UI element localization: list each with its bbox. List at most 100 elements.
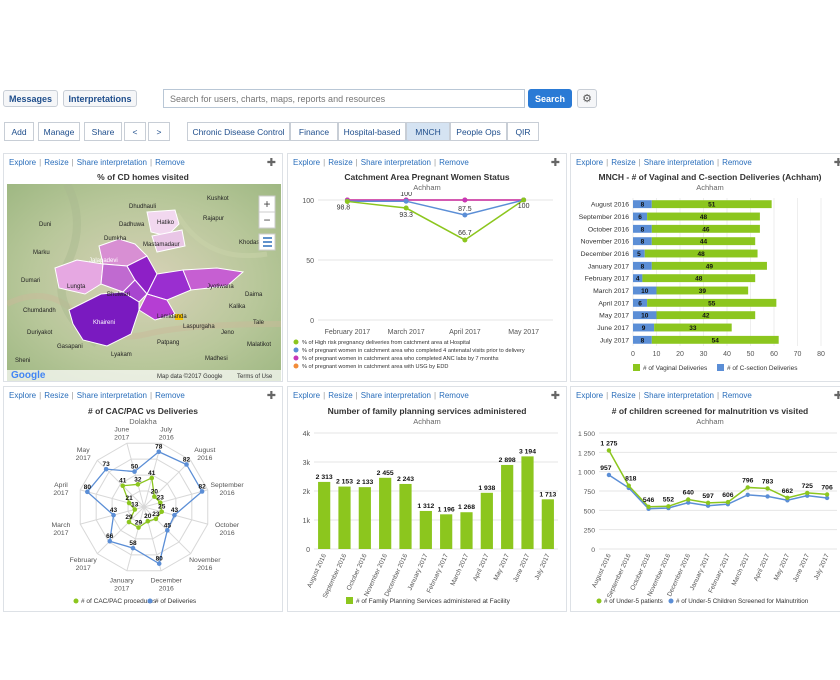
share-interpretation-link[interactable]: Share interpretation xyxy=(644,158,714,167)
x-tick-label: April 2017 xyxy=(472,553,491,583)
share-interpretation-link[interactable]: Share interpretation xyxy=(361,391,431,400)
tab-hospital-based[interactable]: Hospital-based xyxy=(338,122,406,141)
legend-label: # of Under-5 patients xyxy=(604,598,663,605)
bar xyxy=(460,512,473,549)
place-label: Dumkha xyxy=(104,236,127,242)
data-point xyxy=(824,492,830,497)
chart-title: # of children screened for malnutrition … xyxy=(611,406,809,416)
expand-icon[interactable]: ✚ xyxy=(551,389,560,402)
tab-people-ops[interactable]: People Ops xyxy=(450,122,507,141)
data-point xyxy=(745,485,750,490)
data-label: 33 xyxy=(689,325,697,332)
remove-link[interactable]: Remove xyxy=(155,391,185,400)
data-label: 6 xyxy=(638,300,642,307)
data-label: 44 xyxy=(700,239,708,246)
data-label: 98.8 xyxy=(337,204,351,211)
place-label: Chumdandh xyxy=(23,308,56,314)
y-tick-label: January 2017 xyxy=(588,263,629,270)
remove-link[interactable]: Remove xyxy=(439,391,469,400)
legend-marker xyxy=(596,598,602,604)
resize-link[interactable]: Resize xyxy=(611,391,635,400)
remove-link[interactable]: Remove xyxy=(722,391,752,400)
share-interpretation-link[interactable]: Share interpretation xyxy=(644,391,714,400)
explore-link[interactable]: Explore xyxy=(293,158,320,167)
share-interpretation-link[interactable]: Share interpretation xyxy=(361,158,431,167)
remove-link[interactable]: Remove xyxy=(439,158,469,167)
legend-label: # of C-section Deliveries xyxy=(727,365,798,372)
data-point xyxy=(626,483,631,488)
tab-mnch[interactable]: MNCH xyxy=(406,122,450,141)
interpretations-button[interactable]: Interpretations xyxy=(63,90,137,107)
expand-icon[interactable]: ✚ xyxy=(267,389,276,402)
terms-link[interactable]: Terms of Use xyxy=(237,374,273,380)
data-label: 552 xyxy=(663,496,675,503)
gear-icon[interactable]: ⚙ xyxy=(577,89,597,108)
resize-link[interactable]: Resize xyxy=(611,158,635,167)
y-tick-label: June 2017 xyxy=(597,325,629,332)
expand-icon[interactable]: ✚ xyxy=(551,156,560,169)
zoom-in-label: + xyxy=(263,197,270,211)
axis-label: 2016 xyxy=(197,565,212,572)
place-label: Tale xyxy=(253,320,265,326)
data-label: 2 133 xyxy=(356,479,373,486)
resize-link[interactable]: Resize xyxy=(44,158,68,167)
chart-title: MNCH - # of Vaginal and C-section Delive… xyxy=(598,172,822,182)
explore-link[interactable]: Explore xyxy=(576,158,603,167)
place-label: Jeno xyxy=(221,330,235,336)
expand-icon[interactable]: ✚ xyxy=(267,156,276,169)
remove-link[interactable]: Remove xyxy=(155,158,185,167)
share-button[interactable]: Share xyxy=(84,122,122,141)
explore-link[interactable]: Explore xyxy=(9,391,36,400)
axis-label: 2016 xyxy=(197,455,212,462)
data-label: 48 xyxy=(698,251,706,258)
messages-button[interactable]: Messages xyxy=(3,90,58,107)
map-canvas[interactable]: Kushkot Dhudhauli Hatiko Dadhuwa Dumkha … xyxy=(7,184,281,381)
remove-link[interactable]: Remove xyxy=(722,158,752,167)
legend-marker xyxy=(293,355,299,361)
tab-chronic-disease-control[interactable]: Chronic Disease Control xyxy=(187,122,290,141)
search-button[interactable]: Search xyxy=(528,89,572,108)
search-input[interactable] xyxy=(163,89,525,108)
add-button[interactable]: Add xyxy=(4,122,34,141)
explore-link[interactable]: Explore xyxy=(9,158,36,167)
y-tick-label: 2k xyxy=(303,489,311,496)
place-label: Jalapadevi xyxy=(89,258,118,264)
share-interpretation-link[interactable]: Share interpretation xyxy=(77,158,147,167)
y-tick-label: April 2017 xyxy=(598,300,629,307)
data-label: 546 xyxy=(643,497,655,504)
share-interpretation-link[interactable]: Share interpretation xyxy=(77,391,147,400)
data-label: 8 xyxy=(641,337,645,344)
resize-link[interactable]: Resize xyxy=(328,158,352,167)
place-label: Marku xyxy=(33,250,50,256)
data-label: 78 xyxy=(155,444,163,451)
next-button[interactable]: > xyxy=(148,122,170,141)
data-label: 1 196 xyxy=(438,506,455,513)
axis-label: April xyxy=(54,482,68,489)
y-tick-label: 0 xyxy=(306,547,310,554)
data-label: 43 xyxy=(171,507,179,514)
axis-label: November xyxy=(189,557,221,564)
axis-label: August xyxy=(194,447,215,454)
resize-link[interactable]: Resize xyxy=(328,391,352,400)
manage-button[interactable]: Manage xyxy=(38,122,80,141)
place-label: Lamidanda xyxy=(157,314,187,320)
chart-title: Catchment Area Pregnant Women Status xyxy=(344,172,510,182)
expand-icon[interactable]: ✚ xyxy=(834,389,840,402)
axis-label: July xyxy=(160,427,173,434)
x-tick-label: January 2017 xyxy=(689,553,712,592)
data-label: 20 xyxy=(144,513,152,520)
data-label: 1 312 xyxy=(417,503,434,510)
legend-marker xyxy=(293,363,299,369)
explore-link[interactable]: Explore xyxy=(576,391,603,400)
data-point xyxy=(765,486,770,491)
resize-link[interactable]: Resize xyxy=(44,391,68,400)
y-tick-label: 100 xyxy=(302,198,314,205)
tab-finance[interactable]: Finance xyxy=(290,122,338,141)
explore-link[interactable]: Explore xyxy=(293,391,320,400)
bar xyxy=(318,481,331,549)
data-label: 606 xyxy=(722,492,734,499)
previous-button[interactable]: < xyxy=(124,122,146,141)
tab-qir[interactable]: QIR xyxy=(507,122,539,141)
expand-icon[interactable]: ✚ xyxy=(834,156,840,169)
data-label: 50 xyxy=(131,464,139,471)
